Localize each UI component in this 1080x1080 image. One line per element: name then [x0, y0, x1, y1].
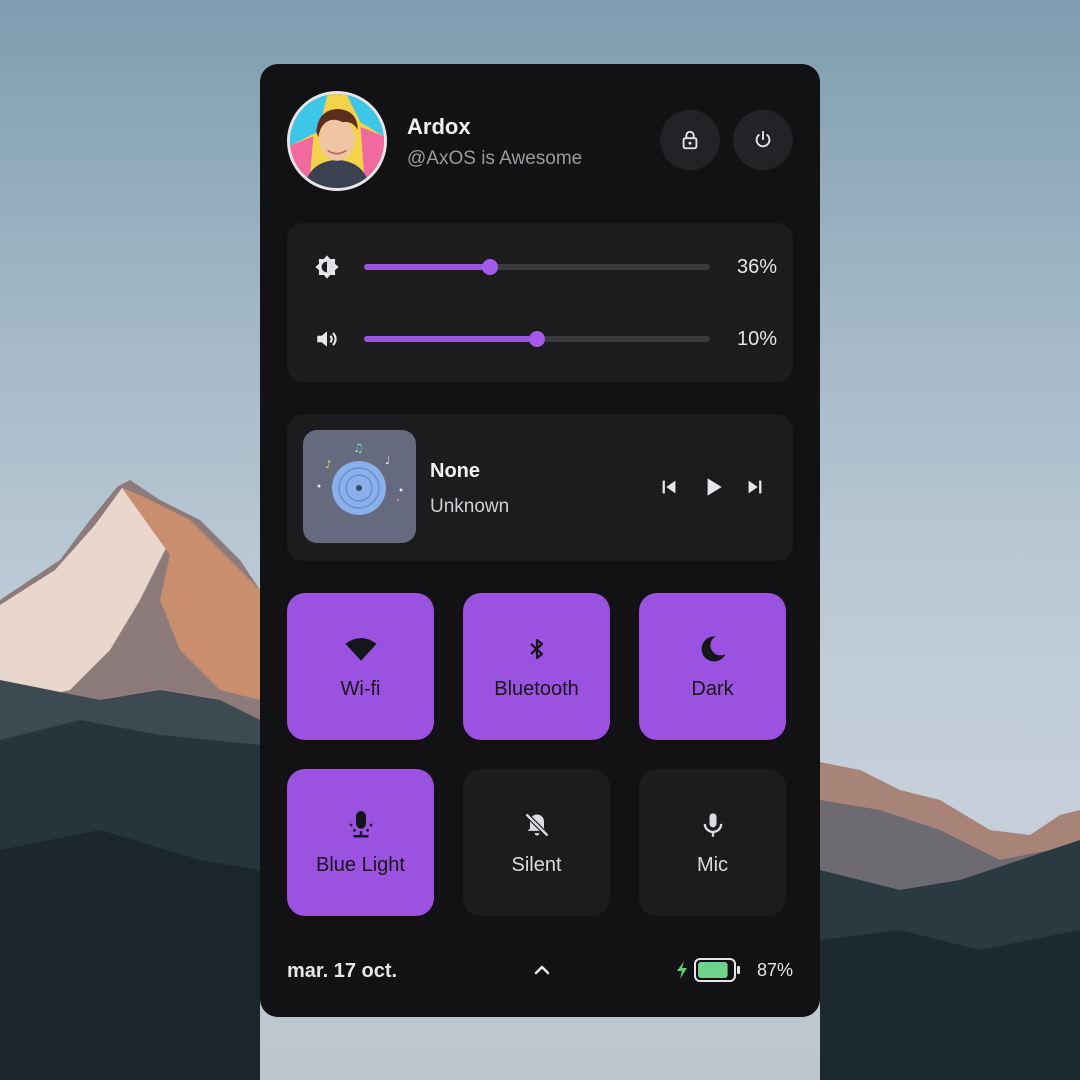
play-icon [707, 478, 722, 496]
volume-slider[interactable] [364, 331, 710, 347]
battery-percent: 87% [757, 960, 794, 980]
volume-value: 10% [736, 328, 777, 350]
svg-text:♫: ♫ [353, 441, 364, 455]
control-center-panel: Ardox @AxOS is Awesome 36% 10% ♫ ♪ ♩ Non… [260, 64, 820, 1017]
brightness-slider-fill [364, 264, 491, 270]
brightness-value: 36% [736, 256, 777, 278]
charging-bolt-icon [677, 961, 687, 979]
moon-icon [696, 632, 730, 666]
battery-icon [694, 958, 740, 982]
lightbulb-icon [344, 808, 378, 842]
date-label: mar. 17 oct. [287, 960, 398, 982]
toggle-label: Wi-fi [340, 678, 381, 700]
vinyl-record-icon: ♫ ♪ ♩ [317, 441, 403, 515]
expand-button[interactable] [530, 958, 554, 982]
chevron-up-icon [534, 965, 550, 975]
bluetooth-icon [520, 632, 554, 666]
skip-previous-icon [662, 480, 676, 494]
brightness-slider[interactable] [364, 259, 710, 275]
play-button[interactable] [700, 474, 726, 500]
user-name: Ardox [407, 114, 471, 139]
track-artist: Unknown [430, 496, 510, 517]
album-cover: ♫ ♪ ♩ [303, 430, 416, 543]
power-button[interactable] [733, 110, 793, 170]
toggle-label: Silent [511, 854, 562, 876]
svg-text:♩: ♩ [385, 454, 390, 467]
power-icon [755, 130, 771, 148]
brightness-icon [312, 252, 342, 282]
user-handle: @AxOS is Awesome [407, 148, 583, 169]
bell-off-icon [520, 808, 554, 842]
previous-button[interactable] [656, 474, 682, 500]
toggle-dark-mode[interactable]: Dark [639, 593, 786, 740]
mic-icon [696, 808, 730, 842]
toggle-label: Bluetooth [494, 678, 579, 700]
toggle-wifi[interactable]: Wi-fi [287, 593, 434, 740]
lock-icon [682, 130, 698, 150]
volume-icon [312, 324, 342, 354]
avatar[interactable] [287, 91, 387, 191]
toggle-label: Blue Light [316, 854, 405, 876]
toggle-mic[interactable]: Mic [639, 769, 786, 916]
toggle-label: Mic [696, 854, 729, 876]
volume-slider-thumb[interactable] [529, 331, 545, 347]
media-card: ♫ ♪ ♩ None Unknown [287, 414, 793, 561]
next-button[interactable] [742, 474, 768, 500]
volume-slider-fill [364, 336, 537, 342]
track-title: None [430, 460, 480, 482]
svg-text:♪: ♪ [325, 458, 332, 471]
toggle-blue-light[interactable]: Blue Light [287, 769, 434, 916]
toggle-silent[interactable]: Silent [463, 769, 610, 916]
wifi-icon [344, 632, 378, 666]
brightness-slider-thumb[interactable] [482, 259, 499, 275]
toggle-label: Dark [691, 678, 734, 700]
sliders-card: 36% 10% [287, 223, 793, 382]
toggle-bluetooth[interactable]: Bluetooth [463, 593, 610, 740]
avatar-image [290, 94, 384, 188]
lock-button[interactable] [660, 110, 720, 170]
skip-next-icon [748, 480, 762, 494]
